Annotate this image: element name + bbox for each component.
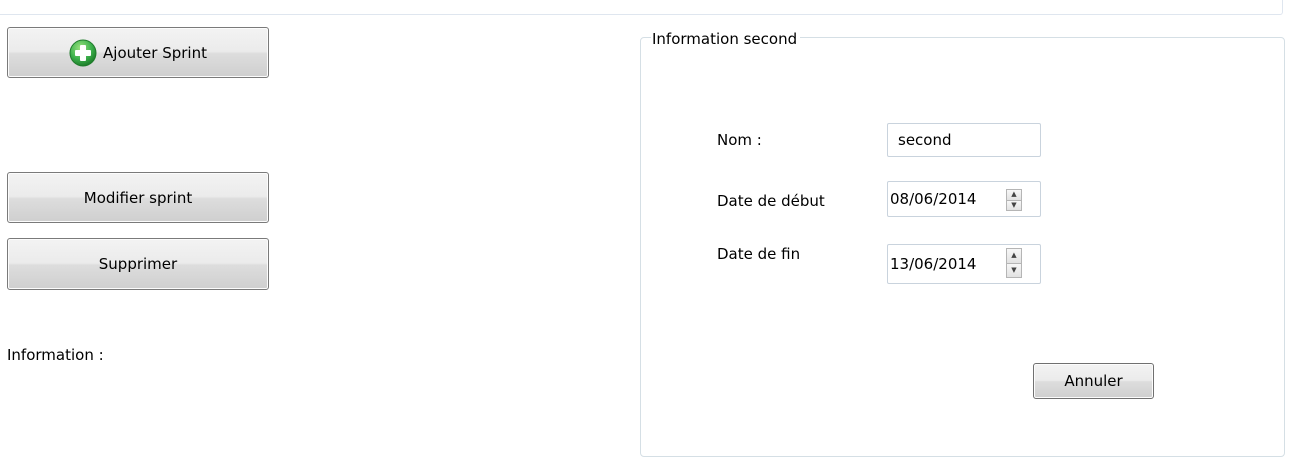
arrow-up-icon: ▲	[1011, 251, 1017, 260]
end-date-up-button[interactable]: ▲	[1006, 248, 1022, 264]
name-input[interactable]	[887, 123, 1041, 157]
delete-sprint-button[interactable]: Supprimer	[7, 238, 269, 290]
add-sprint-button[interactable]: Ajouter Sprint	[7, 27, 269, 78]
end-date-spinner[interactable]: ▲ ▼	[887, 244, 1041, 284]
panel-title: Information second	[651, 30, 801, 49]
start-date-spinner[interactable]: ▲ ▼	[887, 181, 1041, 217]
start-date-up-button[interactable]: ▲	[1006, 189, 1022, 201]
modify-sprint-button[interactable]: Modifier sprint	[7, 172, 269, 223]
end-date-label: Date de fin	[717, 245, 801, 263]
end-date-spin-buttons: ▲ ▼	[1006, 248, 1022, 278]
start-date-input[interactable]	[888, 182, 1010, 216]
name-label: Nom :	[717, 131, 762, 149]
start-date-label: Date de début	[717, 192, 825, 210]
top-divider	[0, 0, 1283, 15]
add-sprint-label: Ajouter Sprint	[103, 43, 207, 62]
arrow-up-icon: ▲	[1011, 190, 1017, 199]
start-date-down-button[interactable]: ▼	[1006, 200, 1022, 211]
end-date-down-button[interactable]: ▼	[1006, 263, 1022, 278]
cancel-button[interactable]: Annuler	[1033, 363, 1154, 399]
information-label: Information :	[7, 346, 104, 364]
plus-circle-icon	[69, 39, 97, 67]
arrow-down-icon: ▼	[1011, 200, 1017, 209]
end-date-input[interactable]	[888, 245, 1010, 283]
start-date-spin-buttons: ▲ ▼	[1006, 189, 1022, 211]
sprint-manager-window: Ajouter Sprint Modifier sprint Supprimer…	[0, 0, 1289, 459]
arrow-down-icon: ▼	[1011, 265, 1017, 274]
